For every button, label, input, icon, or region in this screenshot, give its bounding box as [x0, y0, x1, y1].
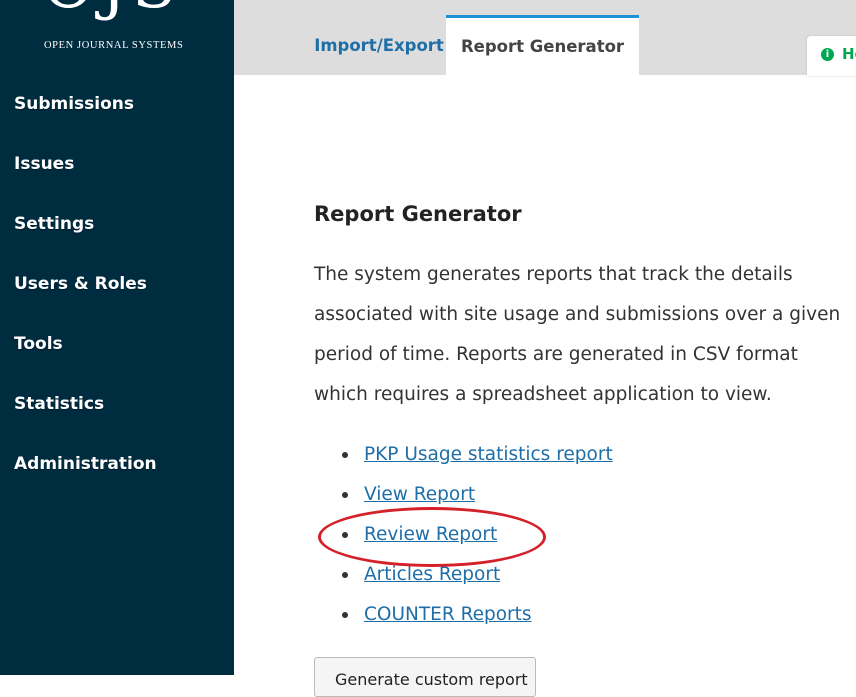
bullet-icon [342, 572, 348, 578]
articles-report-link[interactable]: Articles Report [364, 564, 500, 585]
report-description: The system generates reports that track … [314, 264, 841, 405]
logo-subtitle: OPEN JOURNAL SYSTEMS [44, 40, 184, 51]
bullet-icon [342, 612, 348, 618]
list-item: Articles Report [340, 557, 613, 597]
review-report-link[interactable]: Review Report [364, 524, 497, 545]
bullet-icon [342, 452, 348, 458]
counter-reports-link[interactable]: COUNTER Reports [364, 604, 532, 625]
sidebar-item-settings[interactable]: Settings [14, 214, 94, 234]
sidebar-item-administration[interactable]: Administration [14, 454, 157, 474]
pkp-usage-report-link[interactable]: PKP Usage statistics report [364, 444, 613, 465]
list-item: Review Report [340, 517, 613, 557]
sidebar-item-tools[interactable]: Tools [14, 334, 63, 354]
list-item: COUNTER Reports [340, 597, 613, 637]
help-button[interactable]: i He [807, 36, 856, 76]
help-label: He [842, 45, 856, 63]
bullet-icon [342, 492, 348, 498]
report-list: PKP Usage statistics report View Report … [340, 437, 613, 637]
generate-custom-report-button[interactable]: Generate custom report [314, 657, 536, 697]
sidebar: OJS OPEN JOURNAL SYSTEMS Submissions Iss… [0, 0, 234, 675]
bullet-icon [342, 532, 348, 538]
logo-mark: OJS [42, 0, 182, 18]
sidebar-item-issues[interactable]: Issues [14, 154, 74, 174]
view-report-link[interactable]: View Report [364, 484, 475, 505]
ojs-logo[interactable]: OJS OPEN JOURNAL SYSTEMS [0, 0, 234, 60]
list-item: View Report [340, 477, 613, 517]
tab-bar: Import/Export Report Generator [234, 0, 856, 75]
list-item: PKP Usage statistics report [340, 437, 613, 477]
info-icon: i [821, 48, 834, 61]
sidebar-item-submissions[interactable]: Submissions [14, 94, 134, 114]
page-title: Report Generator [314, 202, 522, 226]
tab-report-generator[interactable]: Report Generator [446, 15, 639, 75]
sidebar-item-users-roles[interactable]: Users & Roles [14, 274, 147, 294]
sidebar-item-statistics[interactable]: Statistics [14, 394, 104, 414]
